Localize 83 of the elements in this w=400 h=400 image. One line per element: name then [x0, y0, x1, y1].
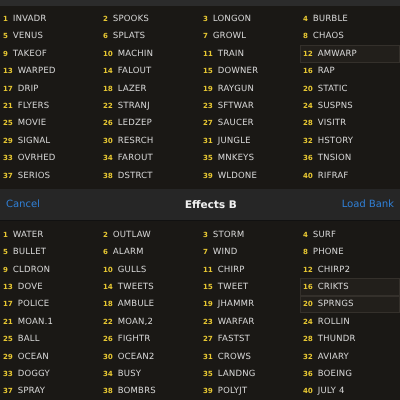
slot-name: RAYGUN	[218, 84, 254, 94]
slot-name: FLYERS	[18, 100, 50, 111]
slot-name: ALARM	[112, 247, 144, 258]
slot-name: SIGNAL	[18, 136, 50, 146]
slot-name: STORM	[212, 230, 244, 240]
slot-name: FIGHTR	[118, 334, 150, 344]
slot-name: MOAN,2	[118, 316, 154, 327]
cancel-button[interactable]: Cancel	[6, 199, 40, 210]
slot-name: LEDZEP	[118, 118, 152, 128]
slot-name: STATIC	[318, 84, 348, 94]
bank-title: Effects B	[184, 198, 237, 211]
slot-name: MOVIE	[18, 118, 46, 128]
slot-name: CHIRP	[218, 264, 245, 275]
slot-name: GROWL	[212, 31, 246, 42]
slot-name: LANDNG	[218, 368, 256, 379]
slot-name: SUSPNS	[318, 100, 353, 111]
slot-name: BULLET	[12, 247, 46, 258]
slot-name: CRIKTS	[318, 282, 349, 292]
slot-name: FAROUT	[118, 153, 153, 164]
slot-name: CROWS	[218, 352, 252, 362]
slot-name: AVIARY	[318, 352, 349, 362]
slot-name: TNSION	[318, 153, 352, 164]
slot-name: JHAMMR	[218, 299, 254, 310]
slot-name: WLDONE	[218, 170, 258, 181]
slot-name: HSTORY	[318, 136, 354, 146]
slot-name: POLYJT	[218, 386, 248, 396]
slot-name: BOEING	[318, 368, 352, 379]
slot-name: GULLS	[118, 264, 146, 275]
slot-name: CLDRON	[12, 264, 50, 275]
slot-name: STRANJ	[118, 100, 150, 111]
slot-name: WATER	[12, 230, 44, 240]
slot-name: DOGGY	[18, 368, 50, 379]
load-bank-button[interactable]: Load Bank	[342, 199, 394, 210]
slot-name: MOAN.1	[18, 316, 54, 327]
slot-name: LAZER	[118, 84, 147, 94]
slot-name: SERIOS	[18, 170, 50, 181]
slot-name: DSTRCT	[118, 170, 153, 181]
slot-name: AMWARP	[318, 48, 357, 59]
slot-name: BOMBRS	[118, 386, 156, 396]
slot-name: LONGON	[212, 14, 252, 24]
slot-name: RAP	[318, 66, 335, 76]
slot-name: TWEETS	[118, 282, 154, 292]
slot-name: PHONE	[312, 247, 344, 258]
slot-name: SFTWAR	[218, 100, 254, 111]
slot-name: BALL	[18, 334, 40, 344]
slot-name: THUNDR	[318, 334, 356, 344]
slot-name: WARPED	[18, 66, 56, 76]
slot-name: OCEAN2	[118, 352, 155, 362]
slot-name: SPRNGS	[318, 299, 354, 310]
slot-name: POLICE	[18, 299, 50, 310]
slot-name: MACHIN	[118, 48, 154, 59]
slot-name: SPOOKS	[112, 14, 149, 24]
slot-name: OUTLAW	[112, 230, 151, 240]
slot-name: CHIRP2	[318, 264, 350, 275]
slot-name: SPLATS	[112, 31, 146, 42]
slot-name: SPRAY	[18, 386, 46, 396]
slot-name: AMBULE	[118, 299, 154, 310]
slot-name: OCEAN	[18, 352, 49, 362]
slot-name: TRAIN	[218, 48, 244, 59]
slot-name: VENUS	[12, 31, 44, 42]
slot-name: TAKEOF	[12, 48, 47, 59]
slot-name: DRIP	[18, 84, 39, 94]
slot-name: ROLLIN	[318, 316, 350, 327]
slot-name: MNKEYS	[218, 153, 254, 164]
slot-name: RIFRAF	[318, 170, 349, 181]
slot-name: BUSY	[118, 368, 142, 379]
slot-name: DOWNER	[218, 66, 258, 76]
slot-name: SURF	[312, 230, 336, 240]
slot-name: JULY 4	[318, 386, 345, 396]
slot-name: BURBLE	[312, 14, 348, 24]
slot-name: TWEET	[218, 282, 248, 292]
slot-name: OVRHED	[18, 153, 56, 164]
slot-name: CHAOS	[312, 31, 344, 42]
slot-name: WARFAR	[218, 316, 254, 327]
slot-name: WIND	[212, 247, 238, 258]
slot-name: DOVE	[18, 282, 43, 292]
slot-name: FASTST	[218, 334, 250, 344]
slot-name: RESRCH	[118, 136, 154, 146]
slot-name: INVADR	[12, 14, 46, 24]
slot-name: FALOUT	[118, 66, 152, 76]
slot-name: SAUCER	[218, 118, 254, 128]
slot-name: JUNGLE	[218, 136, 251, 146]
slot-name: VISITR	[318, 118, 346, 128]
